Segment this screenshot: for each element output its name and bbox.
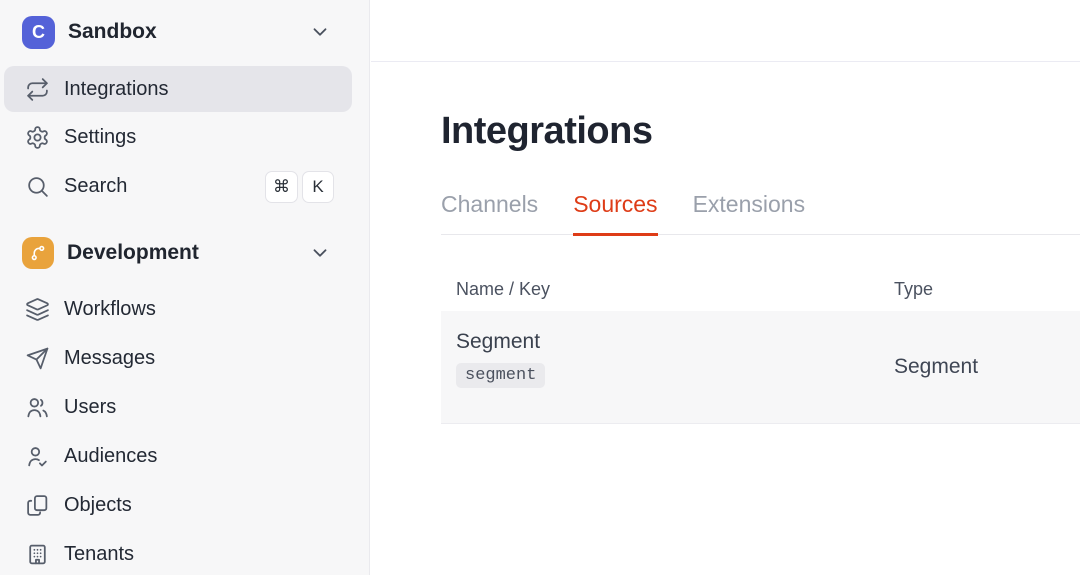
sidebar-item-label: Settings (64, 126, 136, 149)
tab-bar: Channels Sources Extensions (441, 191, 1080, 235)
sidebar-item-settings[interactable]: Settings (0, 113, 369, 162)
chevron-down-icon (309, 242, 331, 264)
section-name: Development (67, 241, 199, 265)
cmd-keycap: ⌘ (265, 171, 298, 203)
sidebar-item-label: Workflows (64, 298, 156, 321)
sidebar-item-workflows[interactable]: Workflows (0, 285, 369, 334)
sidebar-item-messages[interactable]: Messages (0, 334, 369, 383)
sidebar-item-label: Integrations (64, 78, 169, 101)
tab-channels[interactable]: Channels (441, 191, 538, 236)
column-header-name-key: Name / Key (441, 279, 894, 300)
source-key-badge: segment (456, 363, 545, 388)
sidebar-item-label: Audiences (64, 445, 157, 468)
table-row[interactable]: Segment segment Segment (441, 311, 1080, 424)
top-bar (371, 0, 1080, 62)
paper-plane-icon (24, 346, 50, 372)
sidebar-item-label: Messages (64, 347, 155, 370)
branch-icon (22, 237, 54, 269)
column-header-type: Type (894, 279, 1080, 300)
sidebar-item-label: Objects (64, 494, 132, 517)
main-content: Integrations Channels Sources Extensions… (371, 0, 1080, 575)
source-name: Segment (456, 330, 894, 354)
sidebar-item-label: Users (64, 396, 116, 419)
sidebar-item-audiences[interactable]: Audiences (0, 432, 369, 481)
sidebar-item-users[interactable]: Users (0, 383, 369, 432)
sources-table: Name / Key Type Segment segment Segment (441, 279, 1080, 424)
copy-documents-icon (24, 493, 50, 519)
workspace-switcher[interactable]: C Sandbox (0, 0, 369, 64)
source-type-cell: Segment (894, 311, 1080, 423)
sidebar-item-search[interactable]: Search ⌘ K (0, 162, 369, 211)
workspace-name: Sandbox (68, 20, 157, 44)
table-header: Name / Key Type (441, 279, 1080, 300)
repeat-arrows-icon (24, 76, 50, 102)
search-shortcut: ⌘ K (265, 171, 334, 203)
tab-sources[interactable]: Sources (573, 191, 657, 236)
sidebar-item-tenants[interactable]: Tenants (0, 530, 369, 579)
building-icon (24, 542, 50, 568)
sidebar-item-objects[interactable]: Objects (0, 481, 369, 530)
source-name-cell: Segment segment (441, 311, 894, 423)
sidebar-item-label: Search (64, 175, 127, 198)
search-icon (24, 174, 50, 200)
section-development[interactable]: Development (0, 228, 369, 277)
k-keycap: K (302, 171, 334, 203)
person-check-icon (24, 444, 50, 470)
chevron-down-icon (309, 21, 331, 43)
sidebar-item-label: Tenants (64, 543, 134, 566)
sidebar: C Sandbox Integrations Settings Search ⌘… (0, 0, 370, 575)
tab-extensions[interactable]: Extensions (693, 191, 806, 236)
page-title: Integrations (441, 110, 1080, 153)
workspace-logo-icon: C (22, 16, 55, 49)
source-type: Segment (894, 355, 978, 379)
gear-icon (24, 125, 50, 151)
layers-icon (24, 297, 50, 323)
sidebar-item-integrations[interactable]: Integrations (4, 66, 352, 112)
two-people-icon (24, 395, 50, 421)
